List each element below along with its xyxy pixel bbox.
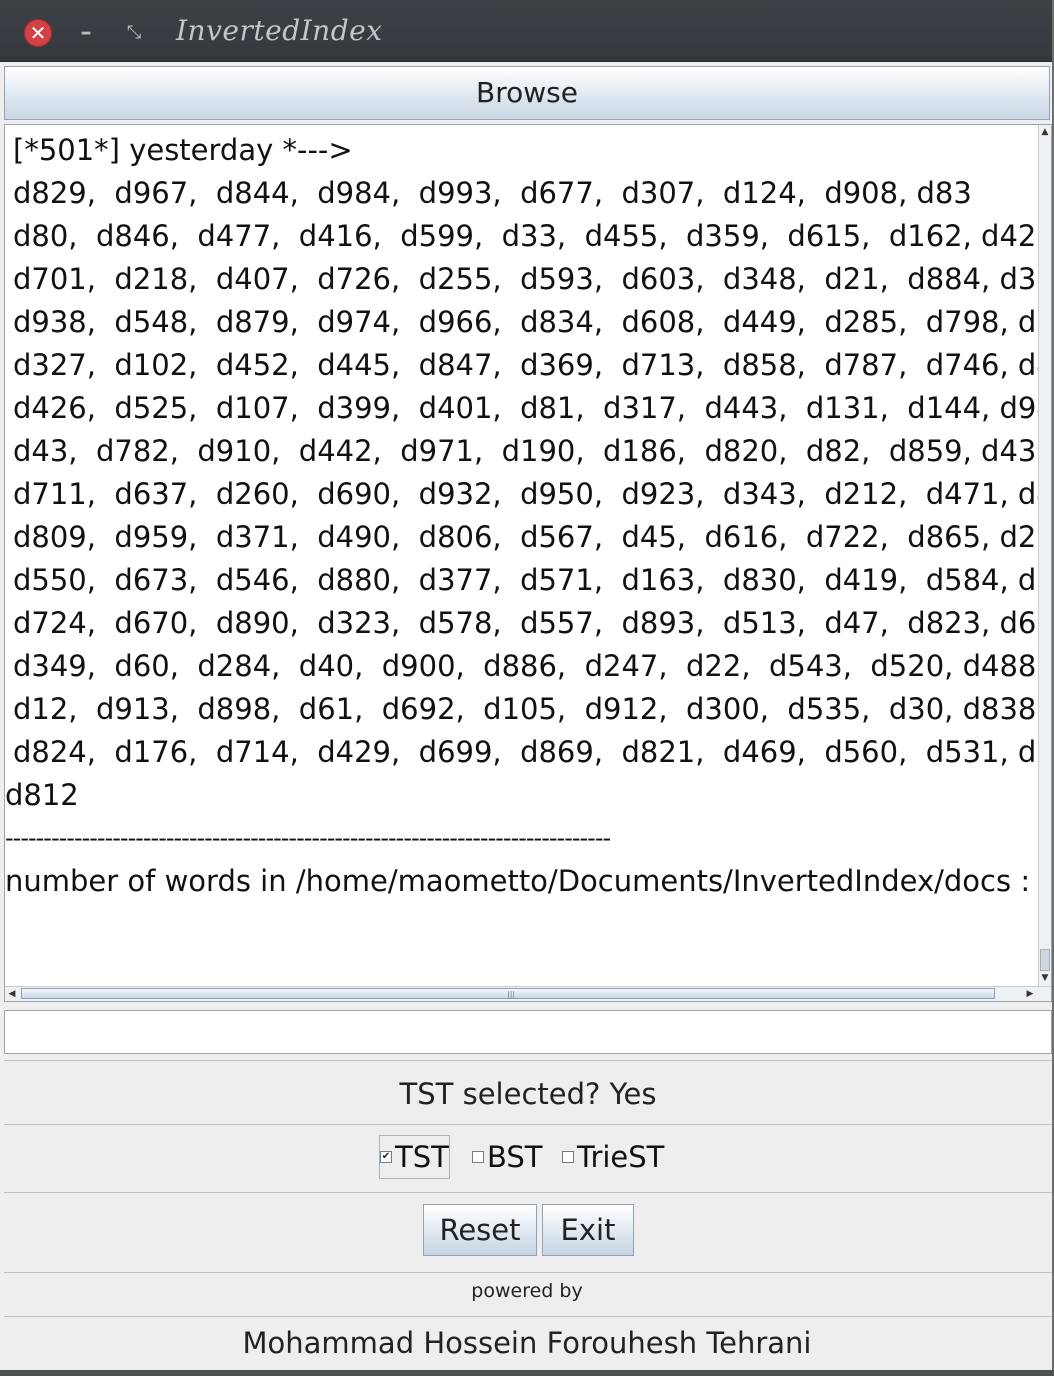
checkbox-unchecked-icon xyxy=(472,1151,484,1163)
scroll-down-icon[interactable]: ▼ xyxy=(1039,971,1051,985)
triest-label: TrieST xyxy=(577,1140,665,1174)
summary-line: number of words in /home/maometto/Docume… xyxy=(5,864,1041,898)
output-line: d711, d637, d260, d690, d932, d950, d923… xyxy=(13,477,1041,511)
output-line: d812 xyxy=(5,778,79,812)
divider xyxy=(4,1060,1052,1061)
powered-by-label: powered by xyxy=(471,1280,583,1302)
output-line: d12, d913, d898, d61, d692, d105, d912, … xyxy=(13,692,1037,726)
output-line: [*501*] yesterday *---> xyxy=(13,133,353,167)
checkbox-unchecked-icon xyxy=(562,1151,574,1163)
browse-button[interactable]: Browse xyxy=(4,66,1050,120)
checkbox-checked-icon: ✔ xyxy=(380,1151,392,1163)
output-line: d327, d102, d452, d445, d847, d369, d713… xyxy=(13,348,1041,382)
triest-checkbox[interactable]: TrieST xyxy=(562,1136,664,1178)
query-input[interactable] xyxy=(4,1010,1052,1054)
vertical-scroll-thumb[interactable] xyxy=(1040,949,1050,971)
maximize-icon[interactable]: ⤡ xyxy=(124,22,144,44)
selection-status: TST selected? Yes xyxy=(399,1077,657,1111)
output-line: d701, d218, d407, d726, d255, d593, d603… xyxy=(13,262,1041,296)
output-scroll-pane[interactable]: [*501*] yesterday *---> d829, d967, d844… xyxy=(4,124,1052,1002)
reset-button[interactable]: Reset xyxy=(423,1204,537,1256)
horizontal-scroll-thumb[interactable]: ||| xyxy=(21,988,995,999)
output-line: d824, d176, d714, d429, d699, d869, d821… xyxy=(13,735,1041,769)
output-line: d550, d673, d546, d880, d377, d571, d163… xyxy=(13,563,1041,597)
desktop-edge xyxy=(0,1370,1054,1376)
output-text-area[interactable]: [*501*] yesterday *---> d829, d967, d844… xyxy=(5,127,1041,987)
exit-button[interactable]: Exit xyxy=(542,1204,634,1256)
scroll-up-icon[interactable]: ▲ xyxy=(1039,125,1051,139)
scroll-right-icon[interactable]: ▶ xyxy=(1023,987,1037,1001)
window-title: InvertedIndex xyxy=(176,14,383,47)
output-line: d349, d60, d284, d40, d900, d886, d247, … xyxy=(13,649,1037,683)
minimize-icon[interactable]: – xyxy=(78,22,94,44)
output-line: d829, d967, d844, d984, d993, d677, d307… xyxy=(13,176,972,210)
bst-label: BST xyxy=(487,1140,543,1174)
separator-line: ----------------------------------------… xyxy=(5,824,611,852)
output-line: d724, d670, d890, d323, d578, d557, d893… xyxy=(13,606,1041,640)
author-label: Mohammad Hossein Forouhesh Tehrani xyxy=(242,1326,812,1360)
app-window: ✕ – ⤡ InvertedIndex Browse [*501*] yeste… xyxy=(0,0,1054,1370)
vertical-scrollbar[interactable]: ▲ ▼ xyxy=(1038,125,1051,987)
divider xyxy=(4,1124,1052,1125)
structure-options: ✔ TST BST TrieST xyxy=(0,1130,1054,1186)
output-line: d426, d525, d107, d399, d401, d81, d317,… xyxy=(13,391,1041,425)
output-line: d80, d846, d477, d416, d599, d33, d455, … xyxy=(13,219,1041,253)
scroll-left-icon[interactable]: ◀ xyxy=(5,987,19,1001)
tst-label: TST xyxy=(395,1140,449,1174)
output-line: d43, d782, d910, d442, d971, d190, d186,… xyxy=(13,434,1041,468)
title-bar: ✕ – ⤡ InvertedIndex xyxy=(0,0,1052,62)
divider xyxy=(4,1316,1052,1317)
bst-checkbox[interactable]: BST xyxy=(472,1136,543,1178)
horizontal-scrollbar[interactable]: ◀ ||| ▶ xyxy=(5,986,1051,1001)
output-line: d809, d959, d371, d490, d806, d567, d45,… xyxy=(13,520,1041,554)
output-line: d938, d548, d879, d974, d966, d834, d608… xyxy=(13,305,1041,339)
divider xyxy=(4,1192,1052,1193)
close-icon[interactable]: ✕ xyxy=(24,19,52,47)
tst-checkbox[interactable]: ✔ TST xyxy=(379,1135,450,1179)
divider xyxy=(4,1272,1052,1273)
